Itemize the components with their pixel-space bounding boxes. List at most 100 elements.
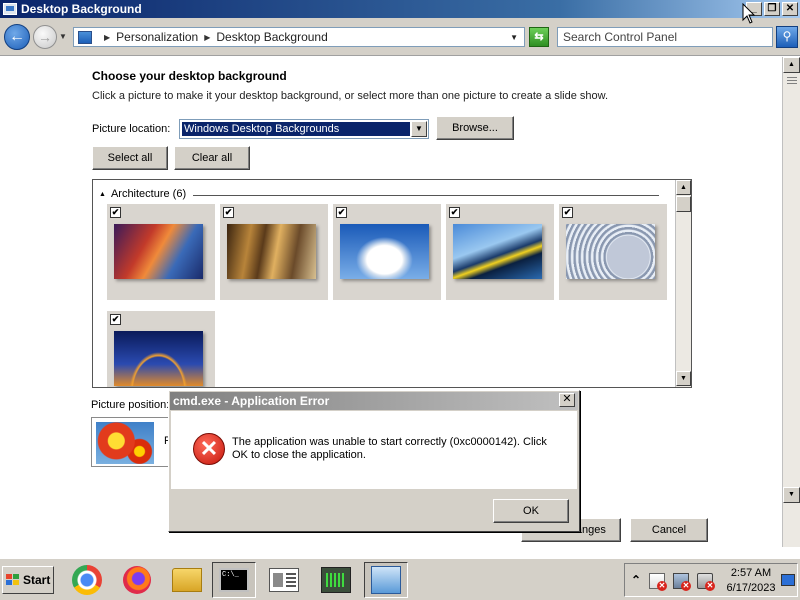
scroll-grip xyxy=(787,83,797,84)
taskbar-document-viewer[interactable] xyxy=(262,562,306,598)
clock-date[interactable]: 6/17/2023 xyxy=(723,582,779,594)
show-hidden-icons-button[interactable]: ⌃ xyxy=(631,573,641,587)
arrow-left-icon: ← xyxy=(9,28,25,45)
forward-button[interactable]: → xyxy=(33,25,57,49)
thumbnail-image xyxy=(340,224,429,279)
display-icon xyxy=(3,3,17,15)
search-button[interactable]: ⚲ xyxy=(776,26,798,48)
window-titlebar[interactable]: Desktop Background _ ❐ ✕ xyxy=(0,0,800,18)
task-manager-icon xyxy=(321,567,351,593)
network-icon[interactable]: ✕ xyxy=(673,573,691,591)
application-error-dialog: cmd.exe - Application Error ✕ ✕ The appl… xyxy=(168,390,580,532)
windows-logo-icon xyxy=(6,574,20,586)
dialog-body: ✕ The application was unable to start co… xyxy=(171,411,577,489)
window-title: Desktop Background xyxy=(21,2,142,16)
thumbnail-checkbox[interactable]: ✔ xyxy=(336,207,347,218)
command-prompt-icon: C:\_ xyxy=(219,568,249,592)
error-badge-icon: ✕ xyxy=(657,581,667,591)
document-viewer-icon xyxy=(269,568,299,592)
scroll-down-button[interactable]: ▼ xyxy=(676,371,691,386)
taskbar-chrome[interactable] xyxy=(65,562,109,598)
page-title: Choose your desktop background xyxy=(92,69,287,83)
taskbar-file-explorer[interactable] xyxy=(165,562,209,598)
thumbnail-image xyxy=(114,331,203,386)
mouse-cursor-icon xyxy=(742,2,756,25)
file-explorer-icon xyxy=(172,568,202,592)
cancel-button[interactable]: Cancel xyxy=(630,518,708,542)
recent-pages-button[interactable]: ▼ xyxy=(59,32,67,41)
scroll-up-button[interactable]: ▲ xyxy=(676,180,691,195)
thumbnail-image xyxy=(566,224,655,279)
browse-button[interactable]: Browse... xyxy=(436,116,514,140)
picture-gallery: ▲ Architecture (6) ✔ ✔ ✔ ✔ ✔ ✔ ▲ ▼ xyxy=(92,179,692,388)
clear-all-button[interactable]: Clear all xyxy=(174,146,250,170)
search-input[interactable]: Search Control Panel xyxy=(557,27,773,47)
arrow-right-icon: → xyxy=(38,29,52,45)
scroll-grip xyxy=(787,77,797,78)
gallery-scrollbar[interactable]: ▲ ▼ xyxy=(675,180,691,387)
group-divider xyxy=(93,188,691,202)
address-dropdown-icon[interactable]: ▼ xyxy=(510,33,518,42)
action-center-icon[interactable]: ✕ xyxy=(649,573,667,591)
control-panel-icon xyxy=(78,30,92,44)
chrome-icon xyxy=(72,565,102,595)
refresh-icon: ⇆ xyxy=(534,31,544,43)
thumbnail-architecture-6[interactable]: ✔ xyxy=(107,311,215,387)
breadcrumb-personalization[interactable]: Personalization xyxy=(116,30,198,44)
breadcrumb-desktop-background[interactable]: Desktop Background xyxy=(216,30,327,44)
address-field[interactable]: ▶ Personalization ▶ Desktop Background ▼ xyxy=(73,27,525,47)
close-button[interactable]: ✕ xyxy=(782,2,798,16)
clock-time[interactable]: 2:57 AM xyxy=(723,567,779,579)
search-icon: ⚲ xyxy=(782,29,792,43)
scroll-thumb[interactable] xyxy=(676,196,691,212)
thumbnail-image xyxy=(227,224,316,279)
taskbar: Start C:\_ ⌃ ✕ ✕ ✕ 2:57 AM 6/17/2023 xyxy=(0,558,800,600)
scroll-up-button[interactable]: ▲ xyxy=(783,57,800,73)
thumbnail-architecture-3[interactable]: ✔ xyxy=(333,204,441,300)
thumbnail-image xyxy=(453,224,542,279)
thumbnail-checkbox[interactable]: ✔ xyxy=(223,207,234,218)
dialog-close-button[interactable]: ✕ xyxy=(559,393,575,407)
error-badge-icon: ✕ xyxy=(681,581,691,591)
control-panel-icon xyxy=(371,566,401,594)
page-scrollbar[interactable]: ▲ ▼ xyxy=(782,57,800,547)
firefox-icon xyxy=(123,566,151,594)
address-bar: ← → ▼ ▶ Personalization ▶ Desktop Backgr… xyxy=(0,18,800,56)
volume-icon[interactable]: ✕ xyxy=(697,573,715,591)
thumbnail-architecture-5[interactable]: ✔ xyxy=(559,204,667,300)
error-badge-icon: ✕ xyxy=(705,581,715,591)
restore-button[interactable]: ❐ xyxy=(764,2,780,16)
system-tray: ⌃ ✕ ✕ ✕ 2:57 AM 6/17/2023 xyxy=(624,563,798,597)
thumbnail-architecture-2[interactable]: ✔ xyxy=(220,204,328,300)
thumbnail-checkbox[interactable]: ✔ xyxy=(562,207,573,218)
dialog-title: cmd.exe - Application Error xyxy=(173,394,330,408)
page-description: Click a picture to make it your desktop … xyxy=(92,90,609,102)
back-button[interactable]: ← xyxy=(4,24,30,50)
select-all-button[interactable]: Select all xyxy=(92,146,168,170)
show-desktop-icon[interactable] xyxy=(781,574,795,586)
taskbar-firefox[interactable] xyxy=(115,562,159,598)
thumbnail-checkbox[interactable]: ✔ xyxy=(110,314,121,325)
picture-position-label: Picture position: xyxy=(91,399,170,411)
thumbnail-architecture-4[interactable]: ✔ xyxy=(446,204,554,300)
picture-location-select[interactable]: Windows Desktop Backgrounds ▼ xyxy=(179,119,429,139)
taskbar-task-manager[interactable] xyxy=(314,562,358,598)
taskbar-command-prompt[interactable]: C:\_ xyxy=(212,562,256,598)
thumbnail-checkbox[interactable]: ✔ xyxy=(449,207,460,218)
refresh-button[interactable]: ⇆ xyxy=(529,27,549,47)
scroll-down-button[interactable]: ▼ xyxy=(783,487,800,503)
ok-button[interactable]: OK xyxy=(493,499,569,523)
thumbnail-checkbox[interactable]: ✔ xyxy=(110,207,121,218)
dialog-titlebar[interactable]: cmd.exe - Application Error xyxy=(170,392,578,410)
thumbnail-architecture-1[interactable]: ✔ xyxy=(107,204,215,300)
start-button[interactable]: Start xyxy=(2,566,54,594)
position-preview-image xyxy=(96,422,154,464)
error-icon: ✕ xyxy=(193,433,225,465)
thumbnail-image xyxy=(114,224,203,279)
taskbar-control-panel[interactable] xyxy=(364,562,408,598)
error-message: The application was unable to start corr… xyxy=(232,436,547,461)
chevron-down-icon[interactable]: ▼ xyxy=(411,121,427,137)
scroll-grip xyxy=(787,80,797,81)
start-label: Start xyxy=(23,573,51,587)
picture-location-value: Windows Desktop Backgrounds xyxy=(182,122,410,136)
